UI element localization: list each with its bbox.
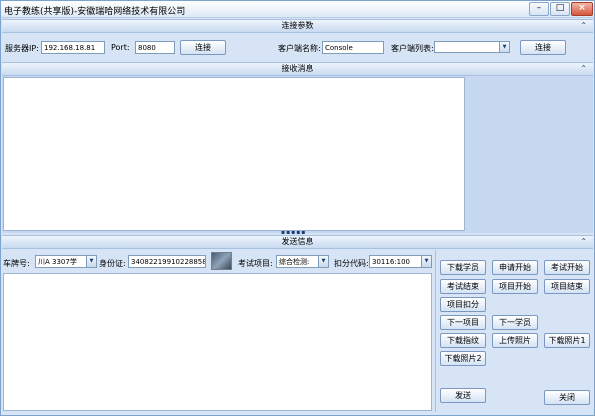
deduct-code-value: 30116:100: [372, 258, 410, 266]
send-button[interactable]: 发送: [440, 388, 486, 403]
minimize-icon: –: [536, 3, 542, 13]
plate-select[interactable]: 川A 3307学 ▼: [35, 255, 97, 268]
send-header[interactable]: 发送信息 ⌃: [2, 235, 593, 249]
send-header-title: 发送信息: [281, 237, 314, 246]
item-start-button[interactable]: 项目开始: [492, 279, 538, 294]
connection-header-title: 连接参数: [281, 21, 314, 30]
download-photo1-button[interactable]: 下载照片1: [544, 333, 590, 348]
next-item-button[interactable]: 下一项目: [440, 315, 486, 330]
action-panel: 下载学员 申请开始 考试开始 考试结束 项目开始 项目结束 项目扣分 下一项目 …: [435, 250, 593, 412]
send-form-row: 车牌号: 川A 3307学 ▼ 身份证: 340822199102288587 …: [2, 249, 434, 273]
apply-start-button[interactable]: 申请开始: [492, 260, 538, 275]
item-deduct-button[interactable]: 项目扣分: [440, 297, 486, 312]
download-photo2-button[interactable]: 下载照片2: [440, 351, 486, 366]
client-list-label: 客户端列表:: [391, 44, 434, 53]
connect-client-button[interactable]: 连接: [520, 40, 566, 55]
chevron-down-icon[interactable]: ▼: [86, 256, 96, 267]
exam-item-select[interactable]: 综合检测: ▼: [276, 255, 329, 268]
window-title: 电子教练(共享版)-安徽瑞哈网络技术有限公司: [4, 7, 186, 17]
deduct-code-select[interactable]: 30116:100 ▼: [369, 255, 432, 268]
chevron-down-icon[interactable]: ▼: [421, 256, 431, 267]
connect-button[interactable]: 连接: [180, 40, 226, 55]
id-card-field[interactable]: 340822199102288587: [128, 255, 206, 268]
main-window: 电子教练(共享版)-安徽瑞哈网络技术有限公司 – □ × 连接参数 ⌃ 服务器I…: [0, 0, 595, 416]
server-ip-field[interactable]: 192.168.18.81: [41, 41, 105, 54]
plate-value: 川A 3307学: [38, 258, 77, 266]
client-list-select[interactable]: ▼: [434, 41, 510, 53]
download-fingerprint-button[interactable]: 下载指纹: [440, 333, 486, 348]
minimize-button[interactable]: –: [529, 2, 549, 16]
exam-start-button[interactable]: 考试开始: [544, 260, 590, 275]
receive-message-area[interactable]: [3, 77, 465, 231]
client-name-field[interactable]: Console: [322, 41, 384, 54]
chevron-up-icon[interactable]: ⌃: [580, 63, 587, 75]
exam-item-label: 考试项目:: [238, 259, 273, 268]
port-field[interactable]: 8080: [135, 41, 175, 54]
close-window-button[interactable]: ×: [571, 2, 593, 16]
maximize-button[interactable]: □: [550, 2, 570, 16]
port-label: Port:: [111, 43, 130, 52]
close-icon: ×: [578, 3, 586, 13]
close-button[interactable]: 关闭: [544, 390, 590, 405]
connection-panel: 服务器IP: 192.168.18.81 Port: 8080 连接 客户端名称…: [2, 33, 593, 61]
chevron-up-icon[interactable]: ⌃: [580, 20, 587, 32]
item-end-button[interactable]: 项目结束: [544, 279, 590, 294]
receive-header[interactable]: 接收消息 ⌃: [2, 62, 593, 76]
receive-panel: [2, 76, 593, 233]
receive-header-title: 接收消息: [281, 64, 314, 73]
id-card-label: 身份证:: [99, 259, 126, 268]
student-photo: [211, 252, 232, 270]
server-ip-label: 服务器IP:: [5, 44, 39, 53]
exam-end-button[interactable]: 考试结束: [440, 279, 486, 294]
next-student-button[interactable]: 下一学员: [492, 315, 538, 330]
exam-item-value: 综合检测:: [279, 258, 310, 266]
chevron-down-icon[interactable]: ▼: [318, 256, 328, 267]
chevron-down-icon[interactable]: ▼: [499, 42, 509, 52]
splitter-grip[interactable]: ▪▪▪▪▪: [281, 230, 307, 236]
send-message-area[interactable]: [3, 273, 432, 411]
maximize-icon: □: [555, 3, 565, 13]
deduct-code-label: 扣分代码:: [334, 259, 369, 268]
download-student-button[interactable]: 下载学员: [440, 260, 486, 275]
plate-label: 车牌号:: [3, 259, 30, 268]
client-name-label: 客户端名称:: [278, 44, 321, 53]
title-bar: 电子教练(共享版)-安徽瑞哈网络技术有限公司 – □ ×: [1, 1, 594, 18]
upload-photo-button[interactable]: 上传照片: [492, 333, 538, 348]
connection-header[interactable]: 连接参数 ⌃: [2, 19, 593, 33]
chevron-up-icon[interactable]: ⌃: [580, 236, 587, 248]
